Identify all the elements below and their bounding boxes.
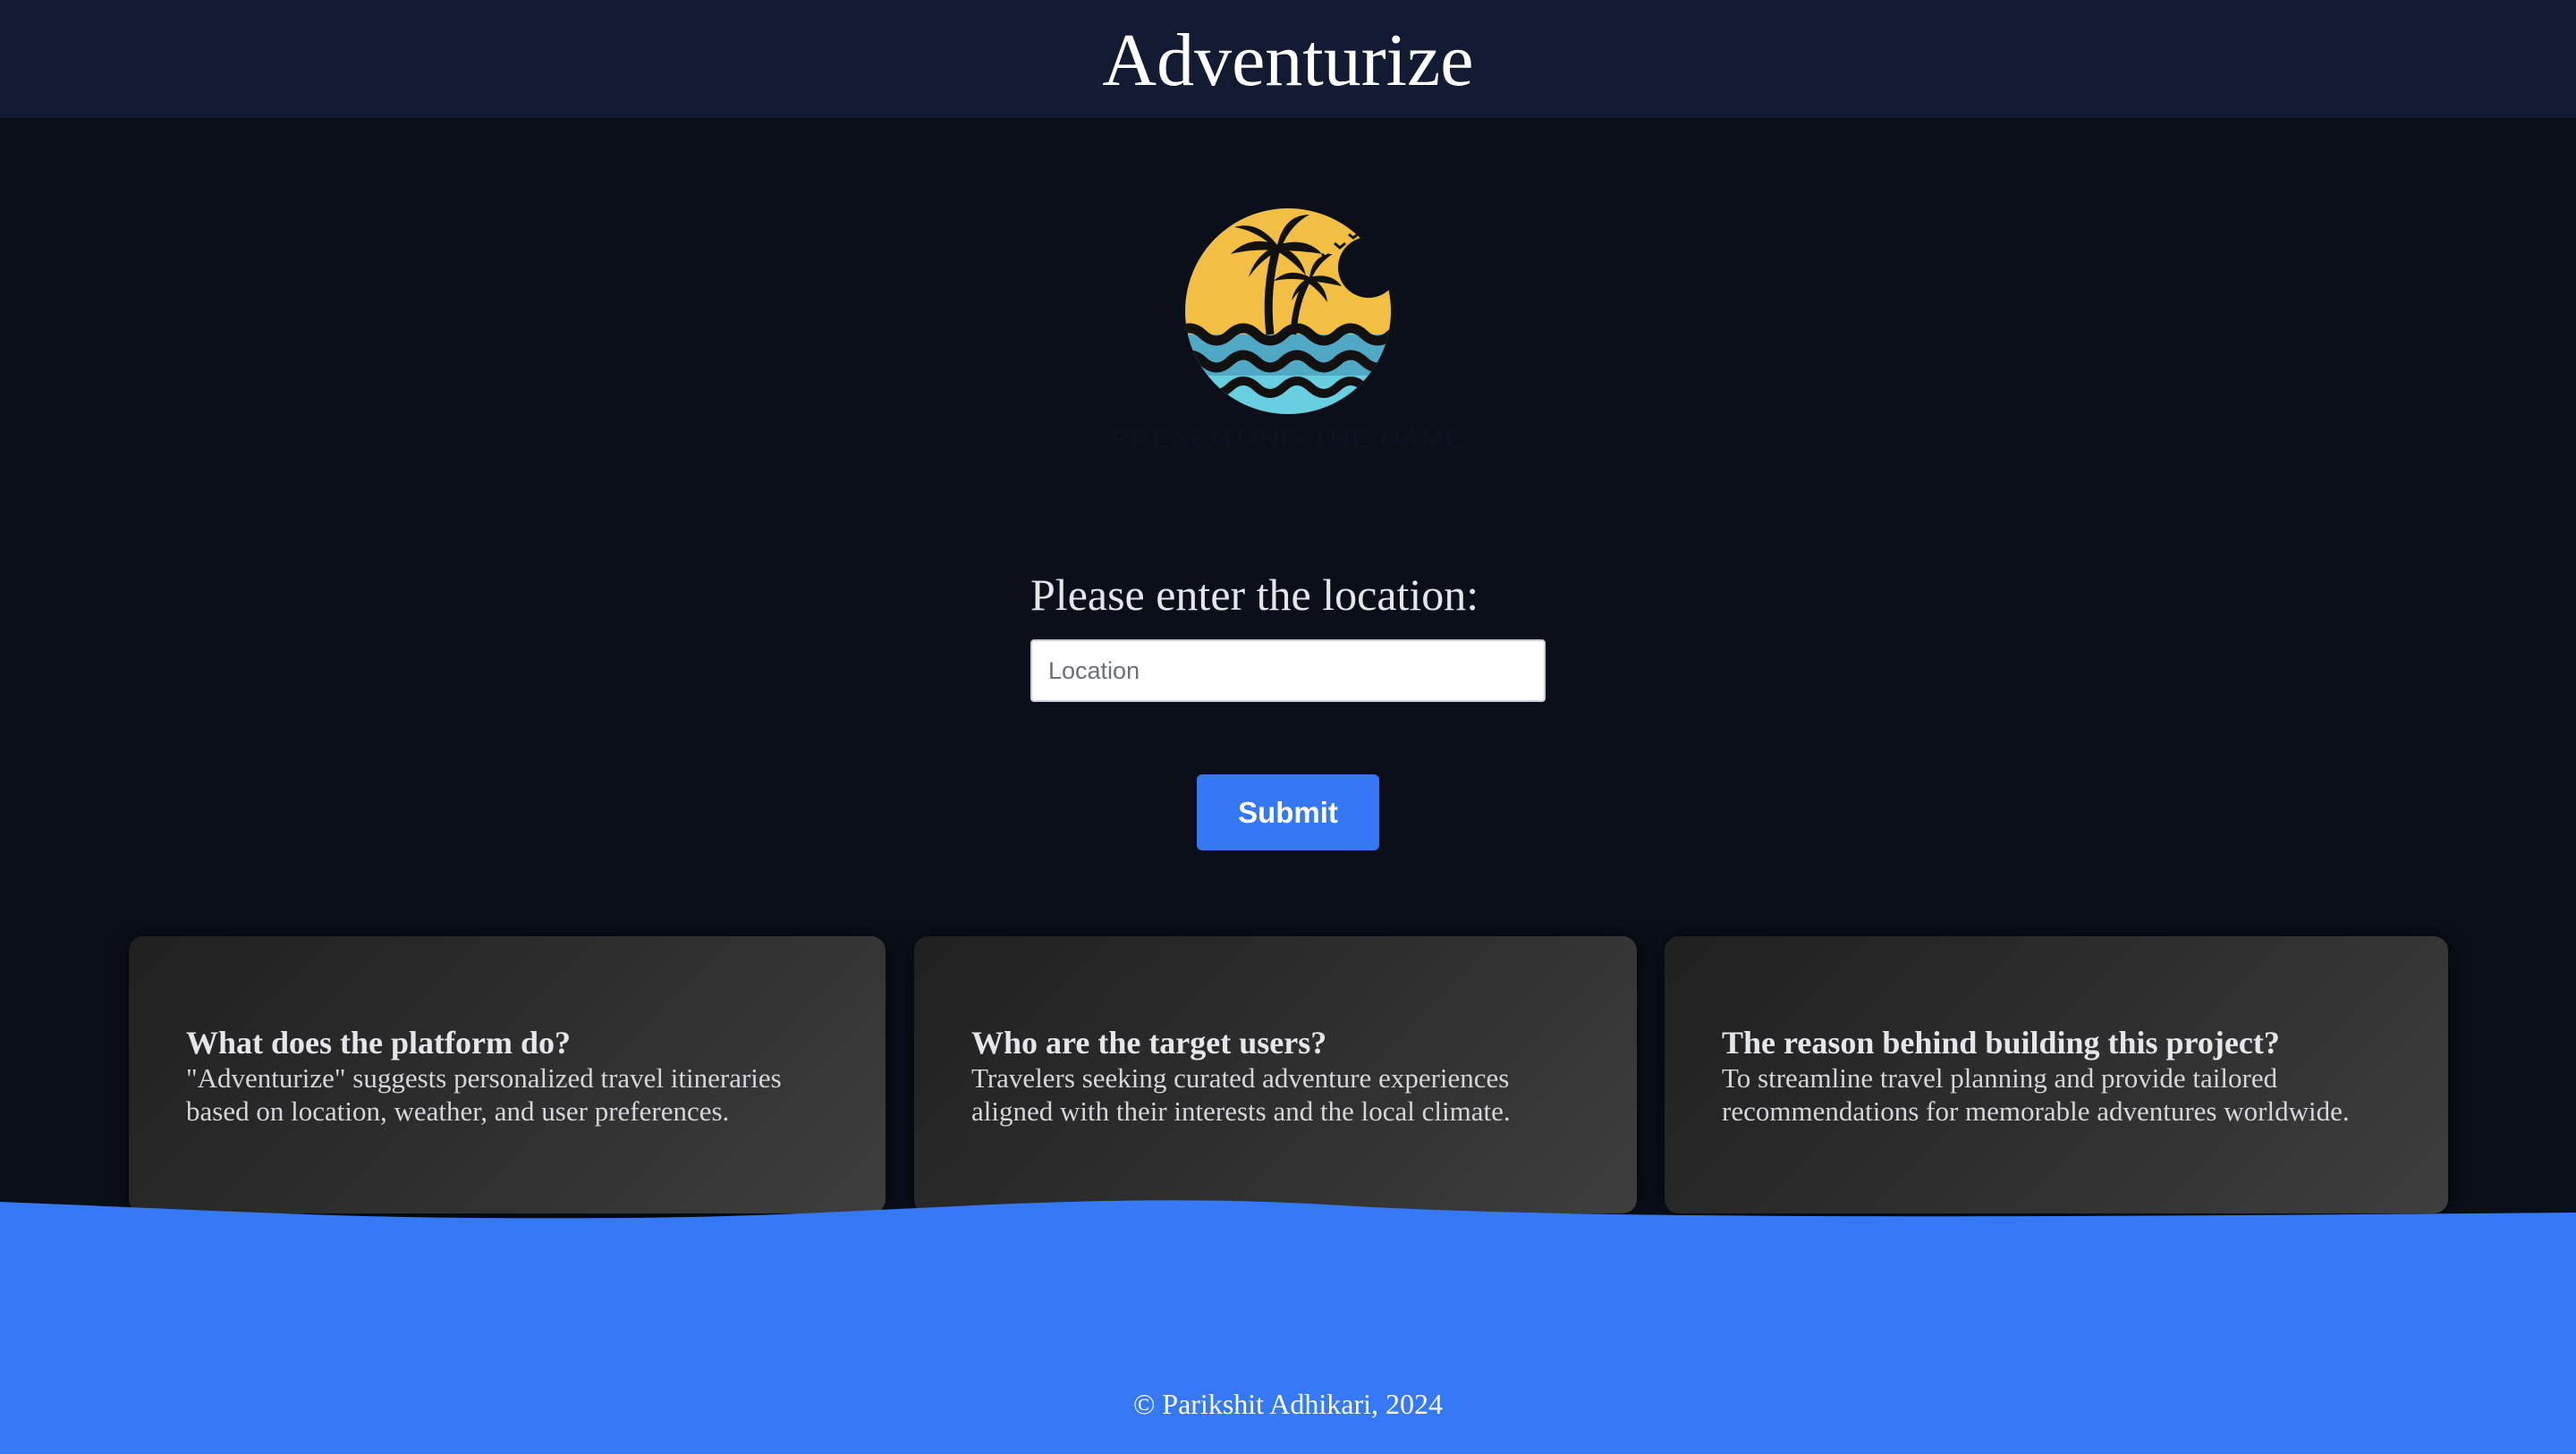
logo-caption: PRESENTING THE NAME [1111,424,1465,453]
copyright-text: © Parikshit Adhikari, 2024 [1132,1388,1444,1420]
card-title: Who are the target users? [971,1025,1327,1061]
page: Adventurize PRESENTING THE NAME Please e… [0,0,2576,1454]
location-input[interactable] [1030,639,1546,702]
info-card-reason: The reason behind building this project?… [1665,936,2448,1213]
info-card-platform: What does the platform do? "Adventurize"… [129,936,886,1213]
card-title: The reason behind building this project? [1722,1025,2280,1061]
palm-island-sunset-icon [1185,208,1399,414]
card-body: "Adventurize" suggests personalized trav… [186,1062,782,1127]
location-label: Please enter the location: [1030,570,1479,620]
site-header: Adventurize [0,0,2576,118]
card-body: To streamline travel planning and provid… [1722,1062,2350,1127]
site-title: Adventurize [1102,19,1474,102]
info-card-target-users: Who are the target users? Travelers seek… [914,936,1637,1213]
card-title: What does the platform do? [186,1025,571,1061]
submit-button[interactable]: Submit [1197,774,1379,850]
card-body: Travelers seeking curated adventure expe… [971,1062,1511,1127]
